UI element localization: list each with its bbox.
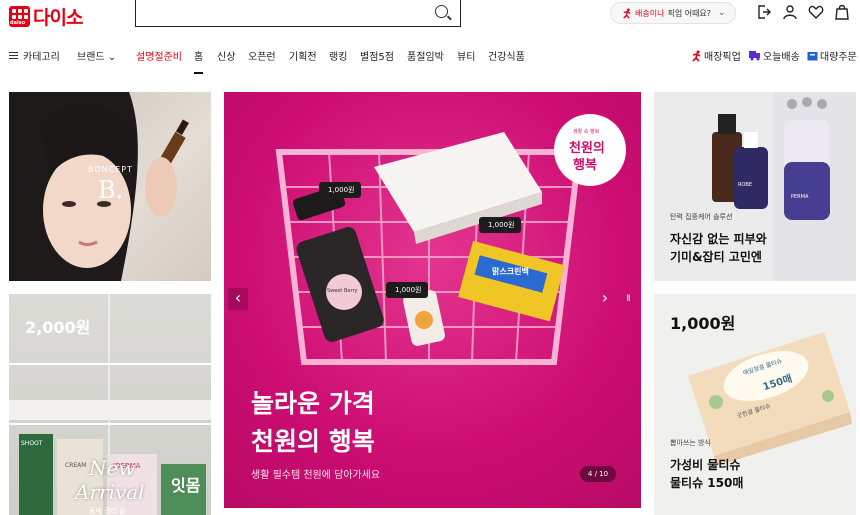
pack-label-2: CREAM: [65, 462, 87, 469]
prev-arrow-button[interactable]: ‹: [228, 288, 248, 310]
wipes-title-line1: 가성비 물티슈: [670, 458, 741, 472]
cart-icon[interactable]: [834, 4, 850, 20]
serum-brand-2: PERMA: [791, 194, 809, 200]
quick-today-delivery[interactable]: 오늘배송: [749, 48, 800, 63]
nav-brand[interactable]: 브랜드 ⌄: [77, 48, 116, 63]
new-arrival-line1: New: [89, 456, 136, 480]
price-tag-1: 1,000원: [328, 186, 355, 194]
price-tag-2: 1,000원: [488, 221, 515, 229]
runner-icon: [623, 7, 631, 19]
nav-home[interactable]: 홈: [194, 48, 204, 74]
hero-title-line2: 천원의 행복: [251, 427, 375, 456]
new-arrival-bottom: 몸매 관리 끝: [89, 507, 126, 515]
heart-icon[interactable]: [808, 4, 824, 20]
pack-label-1: SHOOT: [21, 440, 43, 447]
pack-label-4: 잇몸: [171, 476, 201, 495]
badge-line3: 행복: [573, 158, 597, 173]
daiso-logo[interactable]: daiso 다이소: [9, 3, 83, 30]
truck-icon: [749, 51, 760, 61]
pause-button[interactable]: II: [620, 290, 636, 308]
chevron-down-icon: ⌄: [718, 8, 726, 18]
boncept-brand: BONCEPT: [88, 165, 133, 174]
site-header: daiso 다이소 배송이나 픽업 어때요? ⌄: [0, 0, 860, 34]
delivery-suffix: 픽업 어때요?: [667, 8, 712, 18]
serum-title-line1: 자신감 없는 피부와: [670, 232, 767, 246]
delivery-pickup-selector[interactable]: 배송이나 픽업 어때요? ⌄: [610, 2, 736, 24]
quick-bulk-order[interactable]: 대량주문: [807, 48, 857, 63]
nav-five-star[interactable]: 별점5점: [360, 48, 394, 63]
new-arrival-line2: Arrival: [75, 480, 145, 504]
nav-ranking[interactable]: 랭킹: [329, 48, 347, 63]
price-tag-3: 1,000원: [395, 286, 422, 294]
runner-icon: [692, 50, 701, 62]
nav-openrun[interactable]: 오픈런: [248, 48, 276, 63]
promo-tile-new-arrival[interactable]: 2,000원 SHOOT CREAM IDERMA 잇몸 New Arrival…: [9, 294, 211, 515]
boncept-mark: B.: [98, 176, 124, 204]
hero-subtitle: 생활 필수템 천원에 담아가세요: [251, 470, 381, 481]
logo-text: 다이소: [33, 7, 83, 29]
badge-line1: 생활 속 행복: [573, 129, 600, 135]
promo-tile-boncept[interactable]: BONCEPT B.: [9, 92, 211, 281]
promo-tile-serum[interactable]: ROBE PERMA 탄력 집중케어 솔루션 자신감 없는 피부와 기미&잡티 …: [654, 92, 856, 281]
menu-icon: [9, 52, 18, 59]
logo-small-text: daiso: [10, 20, 26, 26]
box-icon: [807, 52, 818, 61]
nav-new[interactable]: 신상: [217, 48, 235, 63]
nav-health[interactable]: 건강식품: [488, 48, 525, 63]
logout-icon[interactable]: [756, 4, 772, 20]
delivery-prefix: 배송이나: [635, 8, 665, 18]
nav-exhibition[interactable]: 기획전: [289, 48, 317, 63]
quick-store-pickup[interactable]: 매장픽업: [690, 48, 741, 63]
nav-holiday[interactable]: 설명절준비: [136, 48, 182, 63]
logo-mark-icon: daiso: [9, 6, 30, 27]
hero-title-line1: 놀라운 가격: [251, 389, 375, 418]
search-icon[interactable]: [435, 5, 448, 18]
user-icon[interactable]: [782, 4, 798, 20]
new-arrival-price: 2,000원: [25, 318, 91, 337]
main-nav: 카테고리 브랜드 ⌄ 설명절준비 홈 신상 오픈런 기획전 랭킹 별점5점 품절…: [0, 48, 860, 74]
serum-title-line2: 기미&잡티 고민엔: [670, 250, 762, 264]
wipes-title-line2: 물티슈 150매: [670, 476, 744, 490]
nav-soldout-soon[interactable]: 품절임박: [407, 48, 444, 63]
wipes-caption: 뽑아쓰는 방식: [670, 439, 711, 447]
product-brand: Sweet Berry: [327, 288, 358, 294]
next-arrow-button[interactable]: ›: [596, 288, 614, 310]
serum-caption: 탄력 집중케어 솔루션: [670, 213, 733, 221]
search-input[interactable]: [135, 0, 461, 27]
promo-tile-wipes[interactable]: 1,000원 매일청결 물티슈 150매 굿한결 물티슈 뽑아쓰는 방식 가성비…: [654, 294, 856, 515]
wipes-price: 1,000원: [670, 314, 736, 333]
hero-banner[interactable]: 1,000원 1,000원 1,000원 Sweet Berry 맑스크린백 생…: [224, 92, 641, 508]
slide-counter: 4 / 10: [580, 466, 616, 482]
nav-category[interactable]: 카테고리: [9, 48, 60, 63]
serum-brand-1: ROBE: [738, 182, 752, 188]
product-pack: 맑스크린백: [492, 267, 529, 276]
nav-beauty[interactable]: 뷰티: [457, 48, 475, 63]
